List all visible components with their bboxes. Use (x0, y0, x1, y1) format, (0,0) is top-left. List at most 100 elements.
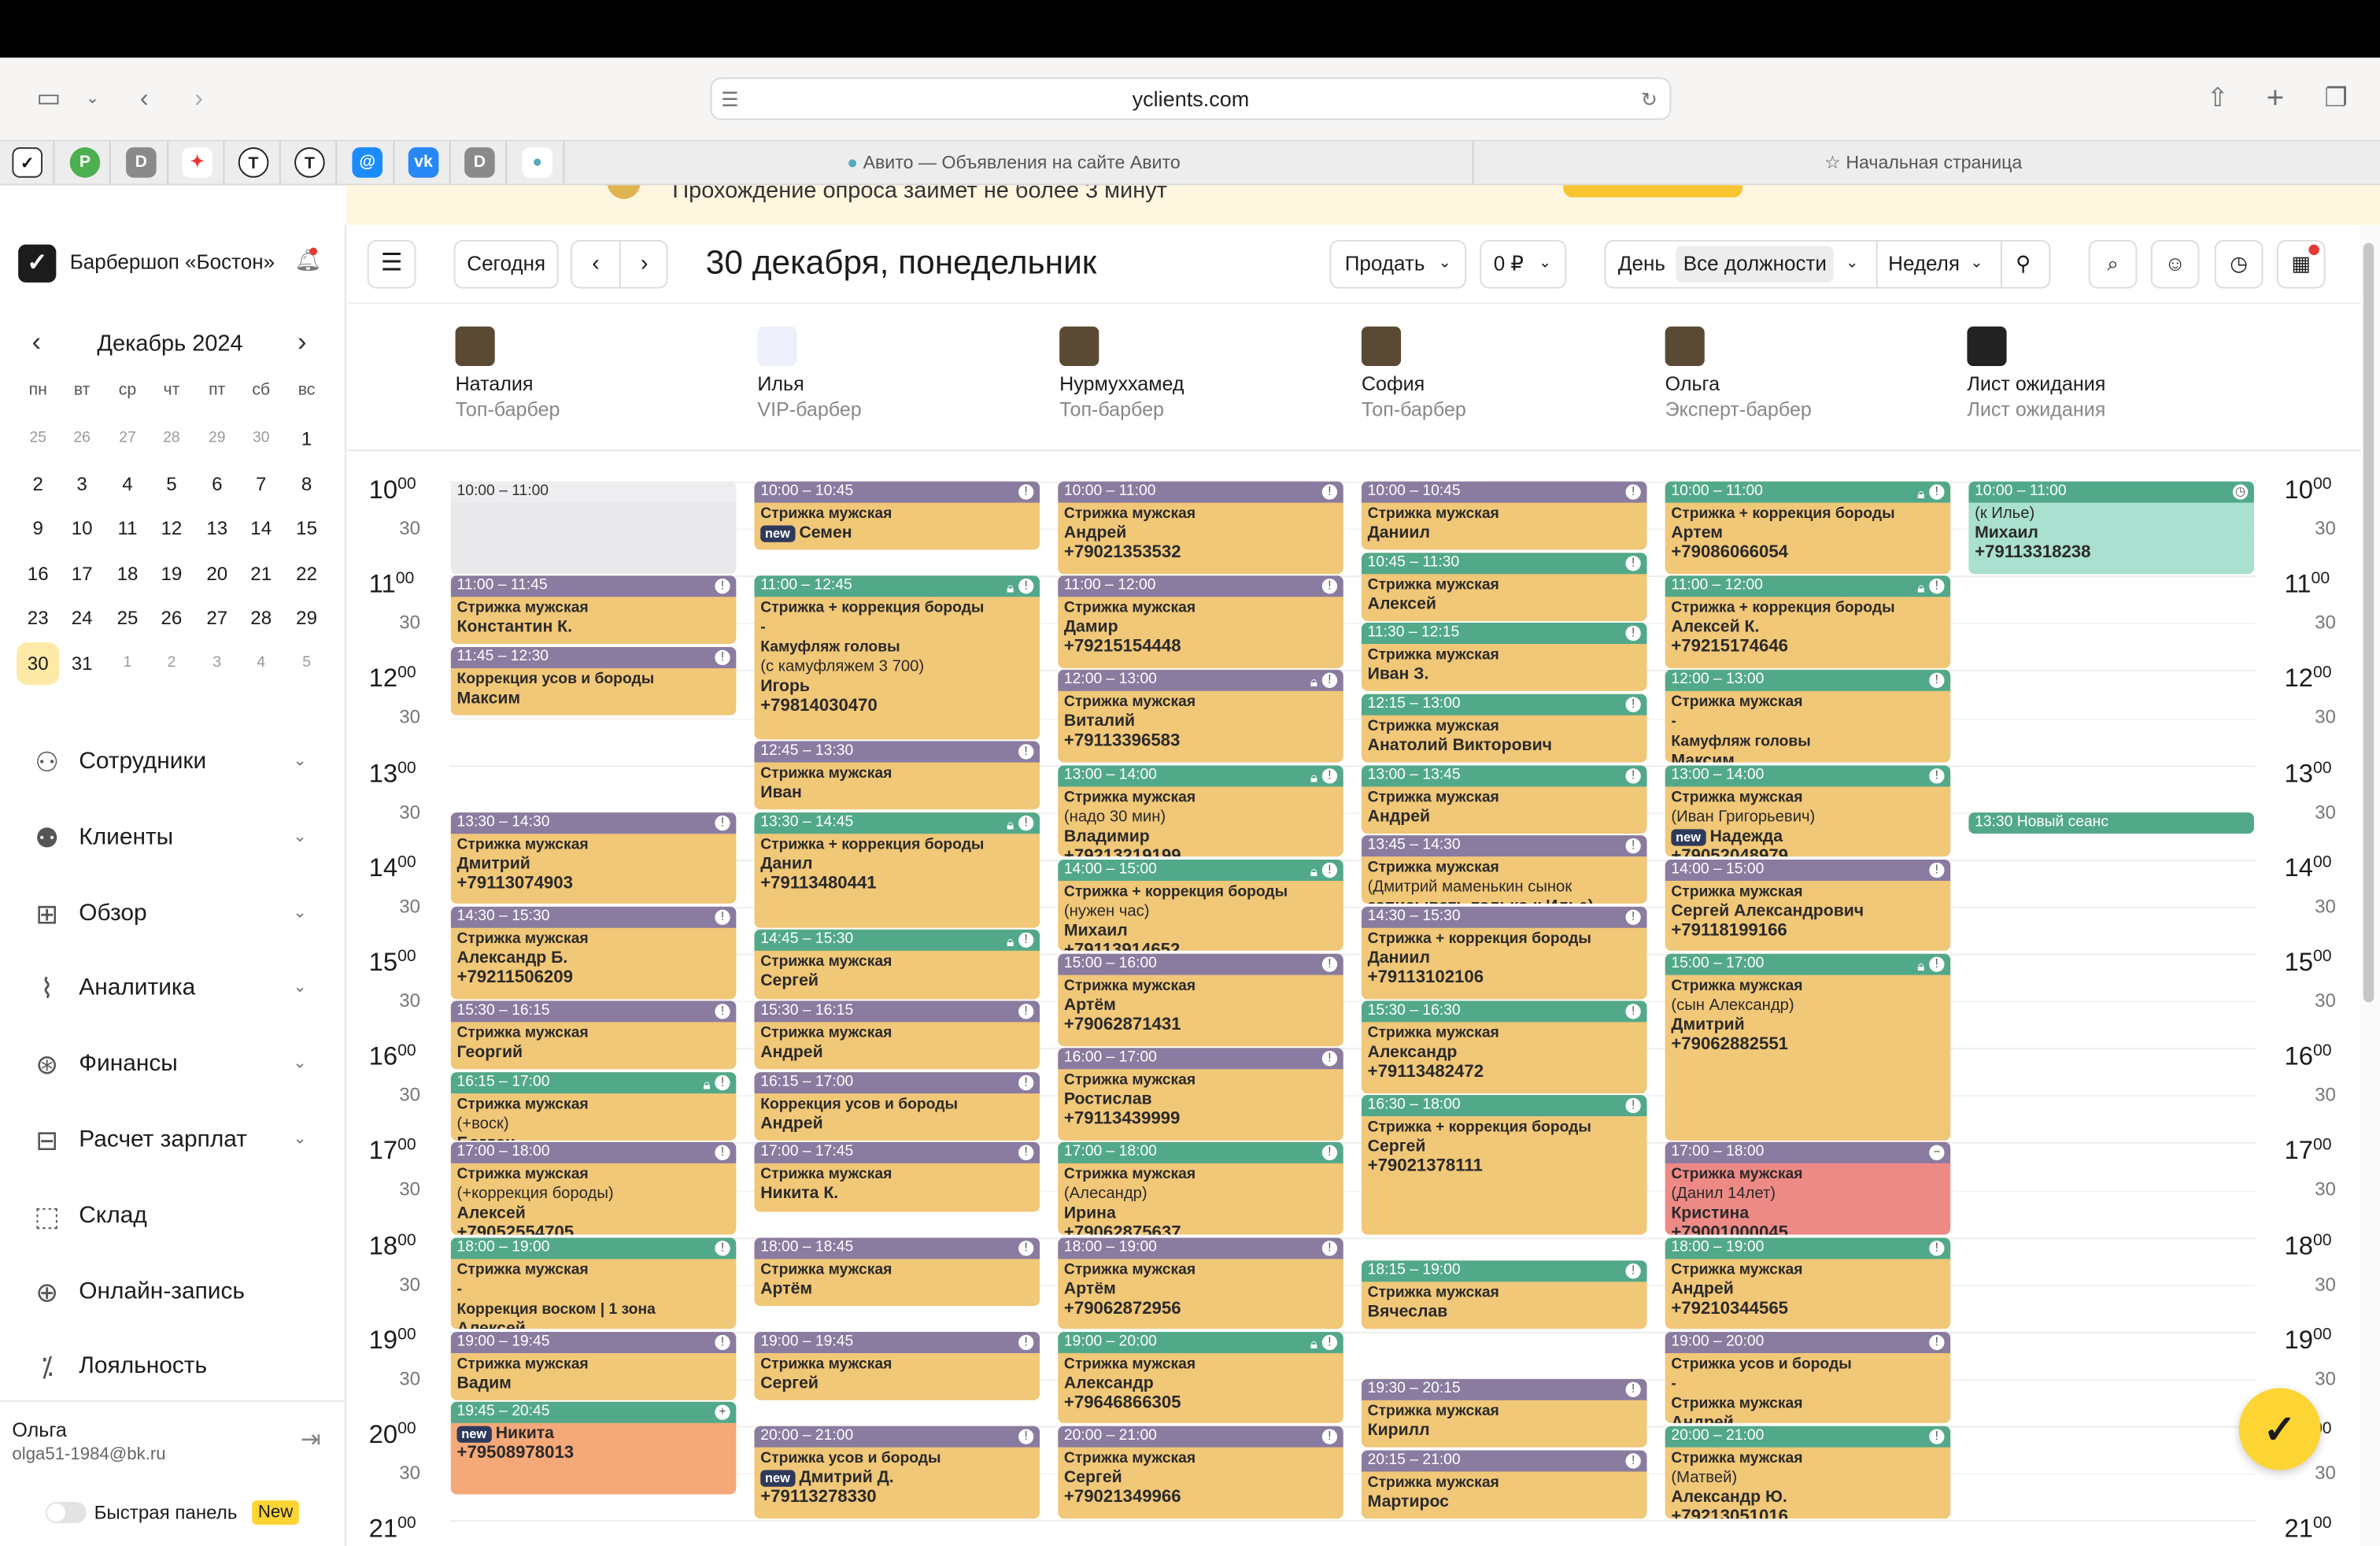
star-fav-icon[interactable]: ✦ (182, 147, 213, 178)
staff-column-header[interactable]: София Топ-барбер (1361, 326, 1650, 420)
appointment[interactable]: 11:00 – 11:45! Стрижка мужская Константин … (450, 575, 737, 645)
chevron-down-icon[interactable]: ⌄ (293, 1052, 307, 1072)
next-day-button[interactable]: › (621, 242, 668, 287)
appointment[interactable]: 13:30 Новый сеанс (1968, 812, 2254, 834)
chevron-down-icon[interactable]: ⌄ (293, 750, 307, 770)
appointment[interactable]: 13:00 – 14:00! 🔒︎ Стрижка мужская (надо 30 … (1058, 764, 1343, 857)
sell-dropdown[interactable]: Продать ⌄ (1329, 239, 1466, 289)
appointment[interactable]: 16:00 – 17:00! Стрижка мужская Ростислав +7… (1058, 1048, 1343, 1141)
forward-icon[interactable]: › (182, 82, 215, 115)
new-tab-icon[interactable]: + (2259, 82, 2292, 115)
calendar-day[interactable]: 21 (240, 553, 283, 595)
positions-filter[interactable]: Все должности (1676, 246, 1835, 283)
reload-icon[interactable]: ↻ (1641, 79, 1658, 120)
banner-button[interactable] (1563, 185, 1743, 198)
calendar-day[interactable]: 16 (17, 553, 59, 595)
history-button[interactable]: ◷ (2214, 239, 2264, 289)
nav-warehouse[interactable]: ⬚ Склад (31, 1193, 147, 1239)
appointment[interactable]: 17:00 – 18:00! Стрижка мужская (Алесандр) И… (1058, 1142, 1343, 1235)
bell-icon[interactable]: 🔔︎ (294, 247, 321, 273)
staff-column-header[interactable]: Нурмуххамед Топ-барбер (1059, 326, 1347, 420)
day-view-button[interactable]: День (1618, 242, 1665, 287)
calendar-day[interactable]: 2 (17, 463, 59, 505)
calendar-day[interactable]: 28 (240, 597, 283, 640)
nav-clients[interactable]: ⚉ Клиенты (31, 816, 174, 861)
appointment[interactable]: 13:45 – 14:30! Стрижка мужская (Дмитрий ма… (1361, 835, 1647, 904)
d2-fav-icon[interactable]: D (464, 147, 495, 178)
appointment[interactable]: 17:00 – 18:00! Стрижка мужская (+коррекция… (450, 1142, 737, 1235)
appointment[interactable]: 14:00 – 15:00! Стрижка мужская Сергей Алек… (1665, 859, 1951, 952)
back-icon[interactable]: ‹ (128, 82, 161, 115)
calendar-day[interactable]: 28 (150, 418, 193, 460)
appointment[interactable]: 10:00 – 11:00! Стрижка мужская Андрей +7902… (1058, 481, 1343, 574)
calendar-day[interactable]: 3 (196, 642, 238, 685)
assistant-chat-button[interactable]: ✓ (2238, 1388, 2321, 1470)
appointment[interactable]: 15:00 – 16:00! Стрижка мужская Артём +79062… (1058, 953, 1343, 1046)
appointment[interactable]: 14:30 – 15:30! Стрижка + коррекция бороды… (1361, 906, 1647, 999)
appointment[interactable]: 14:30 – 15:30! Стрижка мужская Александр Б… (450, 906, 737, 999)
calendar-day[interactable]: 26 (150, 597, 193, 640)
calendar-day[interactable]: 24 (61, 597, 103, 640)
week-view-button[interactable]: Неделя (1888, 242, 1960, 287)
nav-salary[interactable]: ⊟ Расчет зарплат (31, 1118, 247, 1163)
chevron-down-icon[interactable]: ⌄ (293, 901, 307, 921)
appointment[interactable]: 19:00 – 19:45! Стрижка мужская Вадим (450, 1331, 737, 1400)
balance-dropdown[interactable]: 0 ₽ ⌄ (1480, 239, 1567, 289)
staff-column-header[interactable]: Наталия Топ-барбер (455, 326, 744, 420)
avito-fav-icon[interactable]: ● (522, 147, 552, 178)
calendar-day[interactable]: 26 (61, 418, 103, 460)
chevron-down-icon[interactable]: ⌄ (293, 1128, 307, 1148)
calendar-day[interactable]: 19 (150, 553, 193, 595)
appointment[interactable]: 11:45 – 12:30! Коррекция усов и бороды Мак… (450, 646, 737, 716)
nav-finance[interactable]: ⊛ Финансы (31, 1042, 178, 1088)
calendar-day[interactable]: 1 (286, 418, 328, 460)
calendar-day[interactable]: 29 (286, 597, 328, 640)
calendar-day[interactable]: 8 (286, 463, 328, 505)
appointment[interactable]: 10:00 – 10:45! Стрижка мужская Даниил (1361, 481, 1647, 550)
staff-settings-button[interactable]: ☺ (2150, 239, 2200, 289)
appointment[interactable]: 15:00 – 17:00! 🔒︎ Стрижка мужская (сын Алек… (1665, 953, 1951, 1141)
appointment[interactable]: 18:00 – 19:00! Стрижка мужская - Коррекция … (450, 1237, 737, 1330)
appointment[interactable]: 19:00 – 20:00! 🔒︎ Стрижка мужская Александр… (1058, 1331, 1343, 1424)
calendar-day[interactable]: 17 (61, 553, 103, 595)
salon-name[interactable]: Барбершоп «Бостон» (70, 250, 275, 273)
appointment[interactable]: 18:00 – 18:45! Стрижка мужская Артём (754, 1237, 1040, 1306)
scrollbar-thumb[interactable] (2363, 242, 2374, 1003)
t2-fav-icon[interactable]: T (294, 147, 325, 178)
calendar-day[interactable]: 2 (150, 642, 193, 685)
calendar-day[interactable]: 14 (240, 508, 283, 550)
appointment[interactable]: 19:30 – 20:15! Стрижка мужская Кирилл (1361, 1378, 1647, 1448)
calendar-day[interactable]: 18 (106, 553, 149, 595)
appointment[interactable]: 14:45 – 15:30! 🔒︎ Стрижка мужская Сергей (754, 930, 1040, 999)
tab-start-page[interactable]: ☆ Начальная страница (1824, 152, 2022, 173)
tab-avito[interactable]: ● Авито — Объявления на сайте Авито (847, 152, 1181, 173)
nav-globe[interactable]: ⊕ Онлайн-запись (31, 1269, 245, 1315)
d-fav-icon[interactable]: D (126, 147, 157, 178)
appointment[interactable]: 12:45 – 13:30! Стрижка мужская Иван (754, 741, 1040, 810)
appointment[interactable]: 10:00 – 11:00 (450, 481, 737, 574)
calendar-day[interactable]: 30 (240, 418, 283, 460)
next-month-icon[interactable]: › (298, 327, 307, 359)
prev-month-icon[interactable]: ‹ (31, 327, 41, 359)
calendar-day[interactable]: 25 (106, 597, 149, 640)
calendar-day[interactable]: 3 (61, 463, 103, 505)
prev-day-button[interactable]: ‹ (572, 241, 621, 287)
calendar-day[interactable]: 10 (61, 508, 103, 550)
appointment[interactable]: 18:15 – 19:00! Стрижка мужская Вячеслав (1361, 1260, 1647, 1330)
calendar-day[interactable]: 30 (17, 642, 60, 686)
appointment[interactable]: 16:15 – 17:00!🔒︎Стрижка мужская(+воск)Бо… (450, 1071, 737, 1141)
staff-column-header[interactable]: Илья VIP-барбер (757, 326, 1045, 420)
chevron-down-icon[interactable]: ⌄ (293, 826, 307, 845)
share-icon[interactable]: ⇧ (2201, 82, 2234, 115)
calendar-day[interactable]: 27 (106, 418, 149, 460)
chevron-down-icon[interactable]: ⌄ (1970, 242, 1983, 287)
appointment[interactable]: 16:15 – 17:00! Коррекция усов и бороды Анд… (754, 1071, 1040, 1141)
calendar-day[interactable]: 15 (286, 508, 328, 550)
appointment[interactable]: 10:00 – 11:00! 🔒︎ Стрижка + коррекция боро… (1665, 481, 1951, 574)
nav-overview[interactable]: ⊞ Обзор (31, 891, 147, 937)
appointment[interactable]: 16:30 – 18:00! Стрижка + коррекция бороды… (1361, 1095, 1647, 1235)
appointment[interactable]: 11:00 – 12:45! 🔒︎ Стрижка + коррекция боро… (754, 575, 1040, 739)
appointment[interactable]: 19:00 – 20:00! Стрижка усов и бороды - Стри… (1665, 1331, 1951, 1424)
staff-column-header[interactable]: Лист ожидания Лист ожидания (1967, 326, 2255, 420)
appointment[interactable]: 20:00 – 21:00! Стрижка мужская Сергей +7902… (1058, 1426, 1343, 1518)
